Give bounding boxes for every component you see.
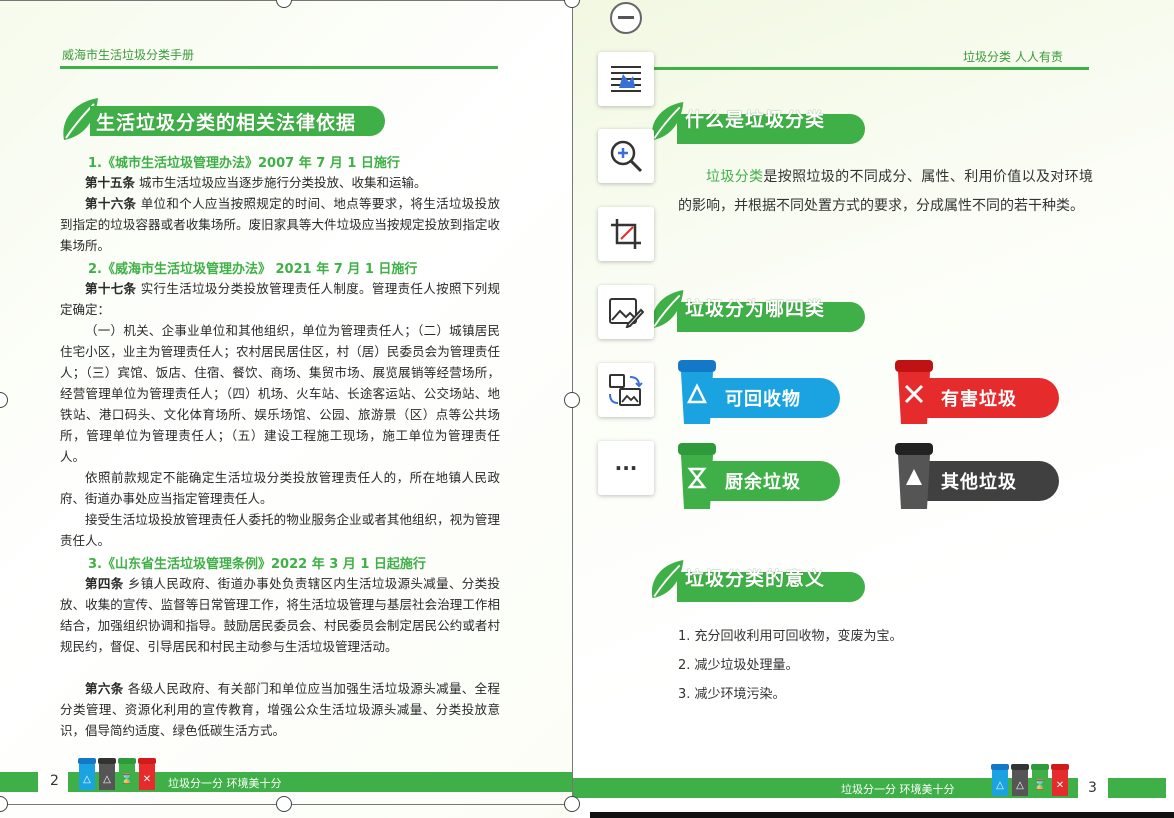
category-label: 其他垃圾 xyxy=(941,472,1017,493)
article-text: 接受生活垃圾投放管理责任人委托的物业服务企业或者其他组织，视为管理责任人。 xyxy=(60,512,500,548)
left-page-number: 2 xyxy=(50,773,59,789)
significance-item-1: 1. 充分回收利用可回收物，变废为宝。 xyxy=(678,629,903,644)
section1-title: 什么是垃圾分类 xyxy=(685,109,826,131)
definition-term: 垃圾分类 xyxy=(706,169,764,185)
left-section-title: 生活垃圾分类的相关法律依据 xyxy=(96,112,357,134)
law-1-article-16: 第十六条 单位和个人应当按照规定的时间、地点等要求，将生活垃圾投放到指定的垃圾容… xyxy=(60,193,500,256)
law-3-article-4: 第四条 乡镇人民政府、街道办事处负责辖区内生活垃圾源头减量、分类投放、收集的宣传… xyxy=(60,573,500,657)
law-2-list: （一）机关、企事业单位和其他组织，单位为管理责任人；（二）城镇居民住宅小区，业主… xyxy=(60,320,500,467)
law-title-1: 1.《城市生活垃圾管理办法》2007 年 7 月 1 日施行 xyxy=(88,156,400,171)
article-text: 依照前款规定不能确定生活垃圾分类投放管理责任人的，所在地镇人民政府、街道办事处应… xyxy=(60,470,500,506)
category-label: 有害垃圾 xyxy=(941,389,1017,410)
ocr-text-button[interactable] xyxy=(598,52,654,106)
svg-text:⌛: ⌛ xyxy=(121,772,133,785)
recycle-bins-icon: △ △ ⌛ ✕ xyxy=(991,764,1069,796)
svg-text:⌛: ⌛ xyxy=(1034,778,1046,791)
article-text: 城市生活垃圾应当逐步施行分类投放、收集和运输。 xyxy=(135,175,427,190)
article-label: 第十七条 xyxy=(85,281,137,296)
hazardous-bin-icon xyxy=(895,360,933,424)
right-footer-bar-right xyxy=(1108,778,1166,798)
article-text: （一）机关、企事业单位和其他组织，单位为管理责任人；（二）城镇居民住宅小区，业主… xyxy=(60,323,500,464)
more-button[interactable]: ··· xyxy=(598,441,654,495)
svg-text:△: △ xyxy=(1016,780,1024,791)
category-label: 厨余垃圾 xyxy=(725,472,801,493)
minus-icon xyxy=(618,16,634,19)
edit-image-button[interactable] xyxy=(598,285,654,339)
category-other: 其他垃圾 xyxy=(919,461,1059,501)
mini-bins-right: △ △ ⌛ ✕ xyxy=(989,762,1073,802)
definition-paragraph: 垃圾分类是按照垃圾的不同成分、属性、利用价值以及对环境的影响，并根据不同处置方式… xyxy=(678,163,1093,221)
svg-text:✕: ✕ xyxy=(1056,780,1064,791)
zoom-in-button[interactable] xyxy=(598,129,654,183)
right-footer-slogan: 垃圾分一分 环境美十分 xyxy=(841,783,955,796)
other-bin-icon xyxy=(895,443,933,509)
significance-item-2: 2. 减少垃圾处理量。 xyxy=(678,658,799,673)
left-header-divider xyxy=(60,66,498,69)
left-header-title: 威海市生活垃圾分类手册 xyxy=(62,48,195,62)
right-header-title: 垃圾分类 人人有责 xyxy=(963,50,1063,64)
section2-title: 垃圾分为哪四类 xyxy=(685,298,826,320)
category-kitchen: 厨余垃圾 xyxy=(703,461,840,501)
bottom-edge-strip xyxy=(590,812,1174,818)
article-label: 第十五条 xyxy=(85,175,136,190)
law-2-para-3: 依照前款规定不能确定生活垃圾分类投放管理责任人的，所在地镇人民政府、街道办事处应… xyxy=(60,467,500,509)
svg-text:△: △ xyxy=(103,774,111,785)
law-title-2: 2.《威海市生活垃圾管理办法》 2021 年 7 月 1 日施行 xyxy=(88,262,418,277)
zoom-in-icon xyxy=(610,140,643,173)
right-page-number: 3 xyxy=(1088,780,1097,796)
image-edit-icon xyxy=(609,298,644,328)
resize-handle-bottom[interactable] xyxy=(276,796,292,812)
text-scan-icon xyxy=(611,66,641,92)
recycle-bins-icon: △ △ ⌛ ✕ xyxy=(78,758,156,790)
zoom-out-button[interactable] xyxy=(610,2,642,34)
article-label: 第四条 xyxy=(85,576,124,591)
mini-bins-left: △ △ ⌛ ✕ xyxy=(76,756,160,796)
crop-icon xyxy=(611,219,641,249)
law-2-para-4: 接受生活垃圾投放管理责任人委托的物业服务企业或者其他组织，视为管理责任人。 xyxy=(60,509,500,551)
svg-text:△: △ xyxy=(996,780,1004,791)
left-footer-slogan: 垃圾分一分 环境美十分 xyxy=(168,777,282,790)
svg-text:✕: ✕ xyxy=(143,774,151,785)
replace-image-button[interactable] xyxy=(598,363,654,417)
law-3-article-6: 第六条 各级人民政府、有关部门和单位应当加强生活垃圾源头减量、全程分类管理、资源… xyxy=(60,678,500,741)
right-header-divider xyxy=(653,67,1089,70)
section3-title: 垃圾分类的意义 xyxy=(685,568,826,590)
crop-button[interactable] xyxy=(598,207,654,261)
law-title-3: 3.《山东省生活垃圾管理条例》2022 年 3 月 1 日起施行 xyxy=(88,557,426,572)
svg-text:△: △ xyxy=(83,774,91,785)
more-icon: ··· xyxy=(614,456,638,480)
law-2-article-17: 第十七条 实行生活垃圾分类投放管理责任人制度。管理责任人按照下列规定确定： xyxy=(60,278,500,320)
category-hazardous: 有害垃圾 xyxy=(919,378,1059,418)
category-recyclable: 可回收物 xyxy=(703,378,840,418)
recyclable-bin-icon xyxy=(678,360,716,424)
article-text: 各级人民政府、有关部门和单位应当加强生活垃圾源头减量、全程分类管理、资源化利用的… xyxy=(60,681,500,738)
category-label: 可回收物 xyxy=(725,389,801,410)
left-page: 威海市生活垃圾分类手册 生活垃圾分类的相关法律依据 1.《城市生活垃圾管理办法》… xyxy=(0,0,573,818)
article-label: 第六条 xyxy=(85,681,124,696)
left-footer-bar-left xyxy=(0,772,38,792)
law-1-article-15: 第十五条 城市生活垃圾应当逐步施行分类投放、收集和运输。 xyxy=(60,172,500,193)
right-page: 垃圾分类 人人有责 什么是垃圾分类 垃圾分类是按照垃圾的不同成分、属性、利用价值… xyxy=(573,0,1174,818)
article-label: 第十六条 xyxy=(85,196,137,211)
kitchen-bin-icon xyxy=(678,443,716,509)
resize-handle-right[interactable] xyxy=(564,392,580,408)
resize-handle-bottom-right[interactable] xyxy=(564,796,580,812)
image-swap-icon xyxy=(609,374,643,406)
significance-item-3: 3. 减少环境污染。 xyxy=(678,687,786,702)
article-text: 乡镇人民政府、街道办事处负责辖区内生活垃圾源头减量、分类投放、收集的宣传、监督等… xyxy=(60,576,500,654)
